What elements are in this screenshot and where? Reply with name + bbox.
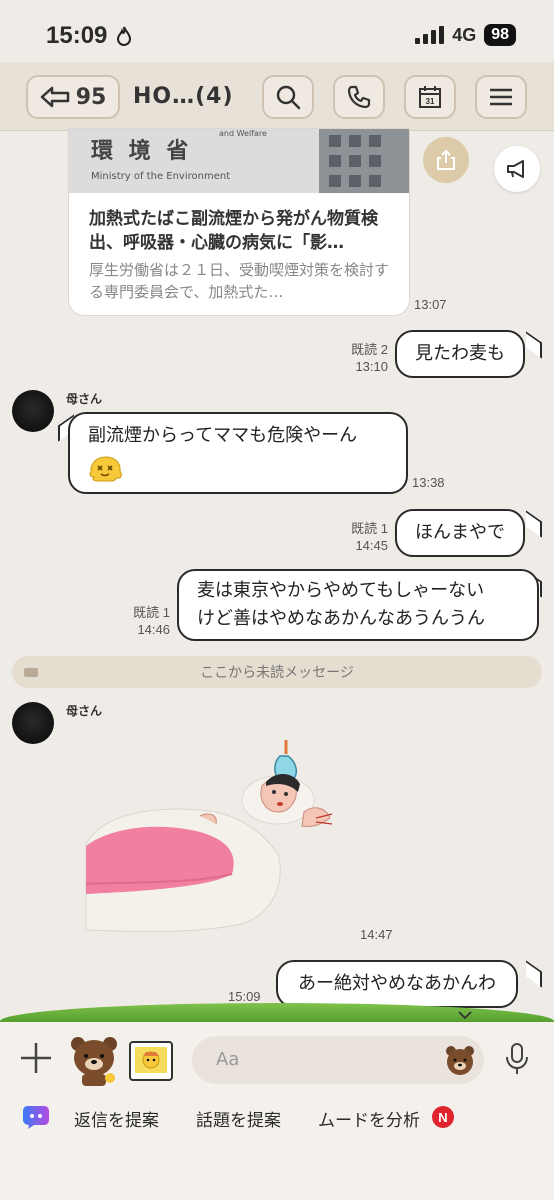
photo-icon — [129, 1041, 173, 1081]
message-text-line-2: けど善はやめなあかんなあうんうん — [197, 608, 485, 629]
calendar-button[interactable]: 31 — [404, 75, 456, 119]
chat-title[interactable]: HO…(4) — [133, 84, 234, 109]
sticker-image[interactable] — [82, 734, 342, 938]
message-text-line-1: 麦は東京やからやめてもしゃーない — [197, 580, 485, 601]
plus-button[interactable] — [18, 1040, 54, 1076]
bear-sticker-icon — [71, 1037, 117, 1086]
message-bubble[interactable]: 見たわ麦も — [395, 330, 525, 378]
message-text: ほんまやで — [415, 522, 505, 543]
message-meta: 既読 1 14:46 — [112, 604, 170, 638]
microphone-icon — [506, 1043, 528, 1074]
bubble-tail — [526, 331, 542, 359]
network-type: 4G — [452, 24, 477, 45]
link-preview-card[interactable]: and Welfare 環 境 省 Ministry of the Enviro… — [68, 128, 410, 316]
unread-divider-label: ここから未読メッセージ — [200, 665, 354, 681]
article-description: 厚生労働省は２１日、受動喫煙対策を検討する専門委員会で、加熱式た… — [89, 261, 390, 301]
sender-name: 母さん — [66, 704, 103, 718]
back-arrow-icon — [40, 86, 69, 108]
call-button[interactable] — [333, 75, 385, 119]
status-indicators: 4G 98 — [415, 24, 516, 46]
flame-icon — [116, 26, 132, 50]
avatar[interactable] — [12, 390, 54, 432]
message-bubble[interactable]: ほんまやで — [395, 509, 525, 557]
tag-icon — [24, 668, 38, 677]
message-text: 見たわ麦も — [415, 343, 505, 364]
phone-icon — [347, 85, 371, 109]
ai-assistant-icon[interactable] — [22, 1104, 50, 1134]
article-image: and Welfare 環 境 省 Ministry of the Enviro… — [69, 129, 409, 193]
sign-english: Ministry of the Environment — [91, 171, 231, 182]
message-text: 副流煙からってママも危険やーん — [88, 425, 358, 446]
article-title: 加熱式たばこ副流煙から発がん物質検出、呼吸器・心臓の病気に「影… — [89, 209, 378, 253]
photo-button[interactable] — [128, 1040, 174, 1086]
message-time: 13:10 — [355, 359, 388, 374]
melting-face-emoji — [89, 456, 122, 482]
suggest-reply-button[interactable]: 返信を提案 — [74, 1106, 159, 1131]
message-time: 14:45 — [355, 538, 388, 553]
share-icon — [437, 149, 455, 170]
message-bubble[interactable]: 副流煙からってママも危険やーん — [68, 412, 408, 494]
message-time: 13:07 — [414, 297, 447, 312]
message-input-placeholder: Aa — [216, 1049, 240, 1070]
plus-icon — [21, 1043, 51, 1073]
message-text: あー絶対やめなあかんわ — [298, 973, 496, 994]
sign-top-text: and Welfare — [219, 129, 267, 138]
suggest-topic-button[interactable]: 話題を提案 — [196, 1106, 281, 1131]
calendar-icon: 31 — [419, 86, 441, 108]
read-receipt: 既読 1 — [351, 521, 388, 536]
battery-level: 98 — [484, 24, 516, 46]
scroll-down-icon[interactable] — [458, 1004, 472, 1023]
sticker-button[interactable] — [68, 1034, 120, 1090]
sender-name: 母さん — [66, 392, 103, 406]
share-button[interactable] — [423, 137, 469, 183]
unread-divider: ここから未読メッセージ — [12, 656, 542, 688]
sign-kanji: 環 境 省 — [91, 138, 193, 164]
message-time: 13:38 — [412, 475, 445, 490]
bubble-tail — [526, 510, 542, 538]
search-icon — [276, 85, 301, 110]
message-time: 14:47 — [360, 927, 393, 942]
megaphone-icon — [507, 160, 524, 178]
announcement-button[interactable] — [494, 146, 540, 192]
emoji-button[interactable] — [444, 1044, 476, 1080]
svg-text:31: 31 — [426, 97, 435, 106]
menu-button[interactable] — [475, 75, 527, 119]
back-button[interactable]: 95 — [26, 75, 120, 119]
avatar[interactable] — [12, 702, 54, 744]
building-photo — [319, 129, 409, 193]
message-bubble[interactable]: 麦は東京やからやめてもしゃーない けど善はやめなあかんなあうんうん — [177, 569, 539, 641]
bubble-tail — [526, 960, 542, 988]
search-button[interactable] — [262, 75, 314, 119]
read-receipt: 既読 2 — [351, 342, 388, 357]
read-receipt: 既読 1 — [133, 605, 170, 620]
status-time: 15:09 — [46, 22, 108, 49]
message-meta: 既読 1 14:45 — [330, 520, 388, 554]
message-time: 14:46 — [137, 622, 170, 637]
signal-icon — [415, 26, 445, 44]
bear-emoji-icon — [446, 1046, 474, 1075]
menu-icon — [490, 88, 512, 106]
back-count: 95 — [75, 84, 107, 110]
message-meta: 既読 2 13:10 — [330, 341, 388, 375]
chat-header: 95 HO…(4) 31 — [0, 62, 554, 131]
voice-button[interactable] — [504, 1042, 530, 1080]
message-bubble[interactable]: あー絶対やめなあかんわ — [276, 960, 518, 1008]
new-badge: N — [432, 1106, 454, 1128]
analyze-mood-button[interactable]: ムードを分析 — [318, 1106, 420, 1131]
